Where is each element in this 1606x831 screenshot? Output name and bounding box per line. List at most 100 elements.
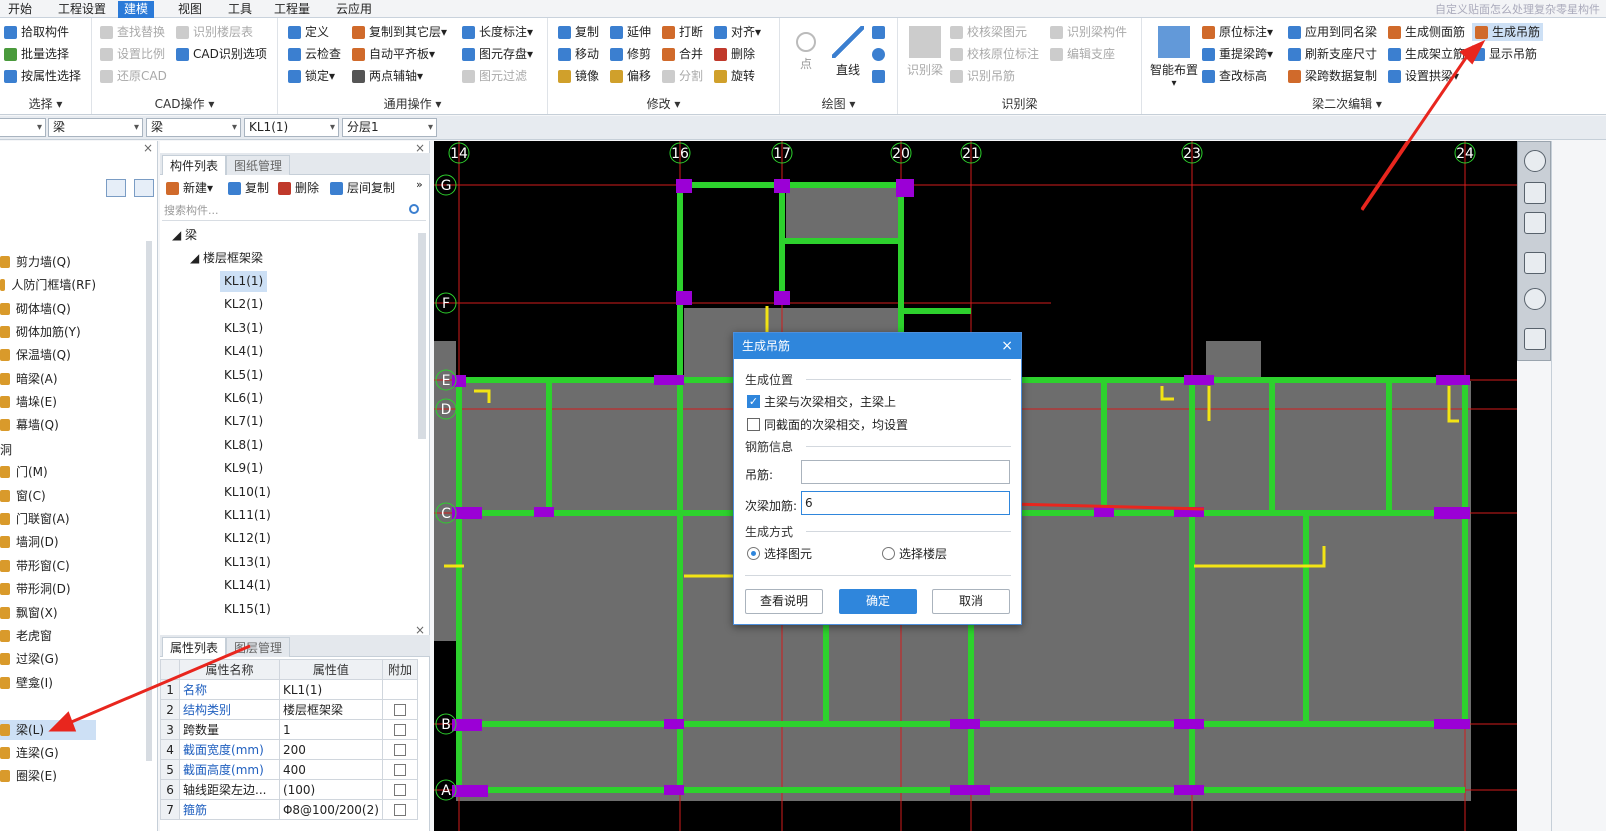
group-select-title[interactable]: 选择 ▾ <box>0 95 91 112</box>
nav-item[interactable]: 过梁(G) <box>0 649 96 669</box>
grid-toggle-icon[interactable] <box>1524 328 1546 350</box>
cloud-check-button[interactable]: 云检查 <box>288 45 341 63</box>
nav-scrollbar[interactable] <box>146 241 152 761</box>
new-button[interactable]: 新建 ▾ <box>166 178 213 198</box>
checkbox-main-secondary[interactable]: ✓ 主梁与次梁相交，主梁上 <box>747 393 896 410</box>
extra-checkbox[interactable] <box>381 779 419 800</box>
cad-options-button[interactable]: CAD识别选项 <box>176 45 267 63</box>
property-row[interactable]: 1 名称 KL1(1) <box>159 679 419 700</box>
edit-support-button[interactable]: 编辑支座 <box>1050 45 1115 63</box>
nav-item[interactable]: 砌体加筋(Y) <box>0 322 96 342</box>
nav-item[interactable]: 圈梁(E) <box>0 766 96 786</box>
close-icon[interactable]: × <box>415 141 425 155</box>
extra-checkbox[interactable] <box>381 739 419 760</box>
tab-view[interactable]: 视图 <box>172 1 208 18</box>
move-button[interactable]: 移动 <box>558 45 599 63</box>
3d-view-icon[interactable] <box>1524 182 1546 204</box>
hanger-input[interactable] <box>801 460 1010 484</box>
group-common-title[interactable]: 通用操作 ▾ <box>278 95 547 112</box>
group-modify-title[interactable]: 修改 ▾ <box>548 95 779 112</box>
nav-item[interactable]: 墙垛(E) <box>0 392 96 412</box>
find-replace-button[interactable]: 查找替换 <box>100 23 165 41</box>
property-row[interactable]: 4 截面宽度(mm) 200 <box>159 739 419 760</box>
property-value[interactable]: Φ8@100/200(2) <box>278 799 383 820</box>
batch-select-button[interactable]: 批量选择 <box>4 45 69 63</box>
re-extract-span-button[interactable]: 重提梁跨 ▾ <box>1202 45 1273 63</box>
delete-component-button[interactable]: 删除 <box>278 178 319 198</box>
recognize-beam-button[interactable]: 识别梁 <box>906 26 944 78</box>
nav-item[interactable]: 人防门框墙(RF) <box>0 275 96 295</box>
delete-button[interactable]: 删除 <box>714 45 755 63</box>
nav-item[interactable]: 飘窗(X) <box>0 603 96 623</box>
offset-button[interactable]: 偏移 <box>610 67 651 85</box>
auto-align-slab-button[interactable]: 自动平齐板 ▾ <box>352 45 435 63</box>
close-icon[interactable]: × <box>1001 333 1013 359</box>
tab-modeling[interactable]: 建模 <box>118 1 155 18</box>
two-point-axis-button[interactable]: 两点辅轴 ▾ <box>352 67 423 85</box>
component-combo[interactable]: KL1(1) <box>244 118 339 137</box>
property-value[interactable]: 400 <box>278 759 383 780</box>
component-list-item[interactable]: KL14(1) <box>220 575 275 596</box>
copy-between-floors-button[interactable]: 层间复制 <box>330 178 395 198</box>
checkbox-empty[interactable] <box>393 804 406 816</box>
component-list-item[interactable]: KL15(1) <box>220 599 275 620</box>
component-list-item[interactable]: KL9(1) <box>220 458 267 479</box>
erect-rebar-button[interactable]: 生成架立筋 <box>1388 45 1465 63</box>
trim-button[interactable]: 修剪 <box>610 45 651 63</box>
nav-item[interactable]: 门联窗(A) <box>0 509 96 529</box>
element-filter-button[interactable]: 图元过滤 <box>462 67 527 85</box>
component-list-item[interactable]: KL2(1) <box>220 294 267 315</box>
tab-start[interactable]: 开始 <box>2 1 38 18</box>
tree-root-beam[interactable]: ◢ 梁 <box>172 225 197 245</box>
search-icon[interactable] <box>409 204 419 214</box>
nav-item[interactable]: 墙洞(D) <box>0 532 96 552</box>
rotate-button[interactable]: 旋转 <box>714 67 755 85</box>
circle-button[interactable] <box>872 45 889 63</box>
tab-project-settings[interactable]: 工程设置 <box>52 1 112 18</box>
checkbox-empty[interactable] <box>393 744 406 756</box>
view-help-button[interactable]: 查看说明 <box>745 589 823 614</box>
group-cad-title[interactable]: CAD操作 ▾ <box>92 95 277 112</box>
radio-select-element[interactable]: 选择图元 <box>747 545 812 562</box>
nav-item[interactable]: 砌体墙(Q) <box>0 299 96 319</box>
property-value[interactable]: (100) <box>278 779 383 800</box>
check-elevation-button[interactable]: 查改标高 <box>1202 67 1267 85</box>
floor-combo[interactable] <box>0 118 46 137</box>
side-rebar-button[interactable]: 生成侧面筋 <box>1388 23 1465 41</box>
grid-view-icon[interactable] <box>134 179 154 197</box>
checkbox-empty[interactable] <box>393 724 406 736</box>
nav-item[interactable]: 壁龛(I) <box>0 673 96 693</box>
radio-select-floor[interactable]: 选择楼层 <box>882 545 947 562</box>
type-combo[interactable]: 梁 <box>48 118 143 137</box>
merge-button[interactable]: 合并 <box>662 45 703 63</box>
nav-item[interactable]: 老虎窗 <box>0 626 96 646</box>
mirror-button[interactable]: 镜像 <box>558 67 599 85</box>
close-icon[interactable]: × <box>415 623 425 637</box>
apply-same-name-button[interactable]: 应用到同名梁 <box>1288 23 1377 41</box>
property-row[interactable]: 7 箍筋 Φ8@100/200(2) <box>159 799 419 820</box>
nav-item[interactable]: 带形洞(D) <box>0 579 96 599</box>
close-icon[interactable]: × <box>143 141 153 155</box>
group-beam-edit-title[interactable]: 梁二次编辑 ▾ <box>1142 95 1552 112</box>
arc-button[interactable] <box>872 23 889 41</box>
list-scrollbar[interactable] <box>418 233 426 439</box>
component-list-item[interactable]: KL7(1) <box>220 411 267 432</box>
top-view-icon[interactable] <box>1524 212 1546 234</box>
arch-beam-button[interactable]: 设置拱梁 ▾ <box>1388 67 1459 85</box>
extra-checkbox[interactable] <box>381 679 419 700</box>
subtype-combo[interactable]: 梁 <box>146 118 241 137</box>
tab-cloud[interactable]: 云应用 <box>330 1 378 18</box>
nav-item[interactable]: 连梁(G) <box>0 743 96 763</box>
component-list-item[interactable]: KL4(1) <box>220 341 267 362</box>
copy-component-button[interactable]: 复制 <box>228 178 269 198</box>
refresh-support-button[interactable]: 刷新支座尺寸 <box>1288 45 1377 63</box>
component-list-item[interactable]: KL6(1) <box>220 388 267 409</box>
tab-tools[interactable]: 工具 <box>222 1 258 18</box>
property-row[interactable]: 6 轴线距梁左边... (100) <box>159 779 419 800</box>
generate-hanger-button[interactable]: 生成吊筋 <box>1472 23 1544 41</box>
rect-button[interactable] <box>872 67 889 85</box>
checkbox-empty[interactable] <box>393 704 406 716</box>
recognize-beam-comp-button[interactable]: 识别梁构件 <box>1050 23 1127 41</box>
break-button[interactable]: 打断 <box>662 23 703 41</box>
split-button[interactable]: 分割 <box>662 67 703 85</box>
